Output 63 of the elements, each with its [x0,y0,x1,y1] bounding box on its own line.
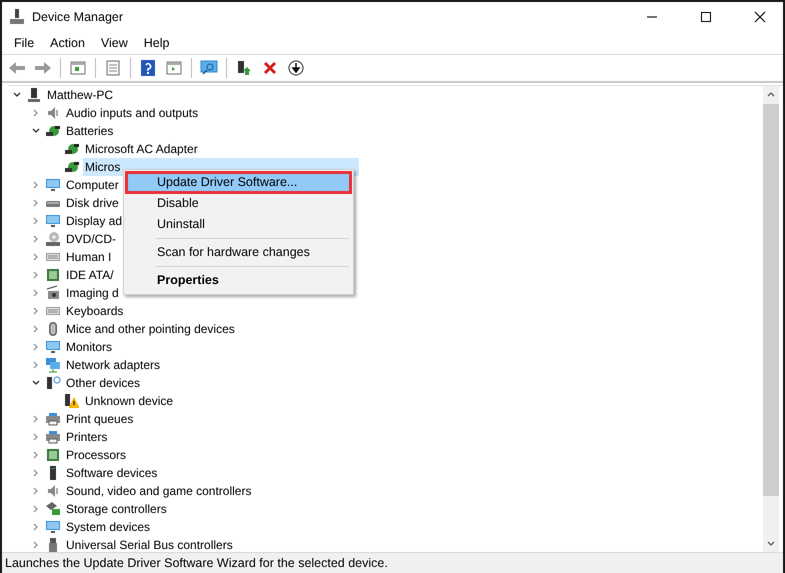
menu-item[interactable]: Update Driver Software... [126,172,351,193]
network-icon [45,357,61,373]
printer-icon [45,411,61,427]
menu-item[interactable]: File [6,36,42,50]
maximize-icon[interactable] [700,11,712,23]
tree-item[interactable]: Batteries [64,122,116,140]
plug-icon [45,123,61,139]
monitor-icon [45,177,61,193]
tree-item[interactable]: Matthew-PC [45,86,116,104]
disc-icon [45,231,61,247]
speaker-icon [45,105,61,121]
tree-item[interactable]: Software devices [64,464,160,482]
chip-icon [45,267,61,283]
storage-icon [45,501,61,517]
speaker-icon [45,483,61,499]
tree-item[interactable]: Human I [64,248,114,266]
printer-icon [45,429,61,445]
tree-item[interactable]: System devices [64,518,152,536]
tree-item[interactable]: Mice and other pointing devices [64,320,237,338]
menu-item[interactable]: Disable [126,193,351,214]
tree-item[interactable]: Storage controllers [64,500,169,518]
monitor-icon [45,519,61,535]
menu-item[interactable]: View [92,36,136,50]
chip-icon [45,447,61,463]
scroll-down-icon[interactable] [767,541,775,547]
warning-icon [64,393,80,409]
tree-item[interactable]: Keyboards [64,302,126,320]
menu-item[interactable]: Help [136,36,178,50]
tree-item[interactable]: Sound, video and game controllers [64,482,254,500]
tree-item[interactable]: IDE ATA/ [64,266,116,284]
tree-item[interactable]: Processors [64,446,128,464]
camera-icon [45,285,61,301]
menu-item[interactable]: Action [42,36,93,50]
monitor-icon [45,339,61,355]
computer-icon [26,87,42,103]
tree-item[interactable]: Printers [64,428,110,446]
monitor-icon [45,213,61,229]
tree-item[interactable]: Network adapters [64,356,162,374]
tree-item[interactable]: Imaging d [64,284,121,302]
tree-item[interactable]: Audio inputs and outputs [64,104,200,122]
scroll-up-icon[interactable] [767,91,775,97]
tree-item[interactable]: Microsoft AC Adapter [83,140,200,158]
plug-icon [64,159,80,175]
tree-item[interactable]: DVD/CD- [64,230,118,248]
window-title: Device Manager [32,10,124,24]
menu-item[interactable]: Properties [126,270,351,291]
scrollbar-thumb[interactable] [763,104,779,496]
tree-item[interactable]: Unknown device [83,392,176,410]
app-icon [10,9,24,25]
device-icon [45,375,61,391]
plug-icon [64,141,80,157]
close-icon[interactable] [754,11,766,23]
tree-item[interactable]: Monitors [64,338,114,356]
tree-item[interactable]: Other devices [64,374,142,392]
uninstall-icon[interactable] [263,61,277,75]
tree-item[interactable]: Display ad [64,212,124,230]
tree-item[interactable]: Universal Serial Bus controllers [64,536,235,552]
menu-item[interactable]: Uninstall [126,214,351,235]
tree-item[interactable]: Disk drive [64,194,121,212]
tree-item[interactable]: Computer [64,176,121,194]
tree-item[interactable]: Print queues [64,410,136,428]
status-text: Launches the Update Driver Software Wizard for the selected device. [5,556,388,570]
menu-item[interactable]: Scan for hardware changes [126,242,351,263]
